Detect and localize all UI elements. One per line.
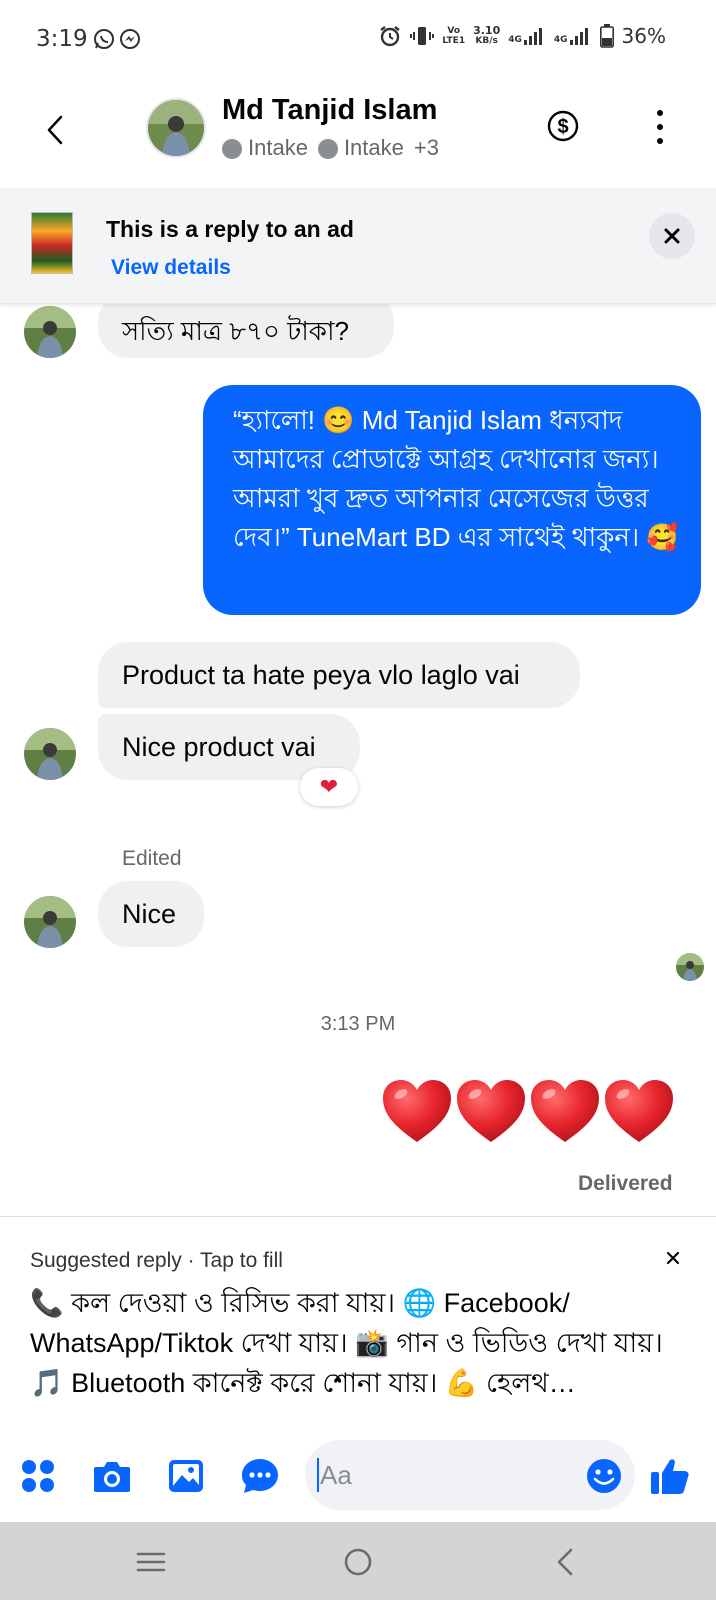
ad-banner-close-button[interactable]: [649, 213, 695, 259]
message-text: Nice: [122, 898, 177, 929]
close-icon: [666, 1251, 680, 1265]
recent-apps-button[interactable]: [131, 1542, 171, 1582]
delivery-status: Delivered: [578, 1172, 673, 1195]
suggested-reply-close-button[interactable]: [661, 1246, 685, 1270]
text-caret: [317, 1458, 319, 1492]
ad-banner-title: This is a reply to an ad: [106, 216, 354, 242]
chat-bubble-icon: [242, 1459, 278, 1493]
gallery-button[interactable]: [164, 1454, 208, 1498]
like-button[interactable]: [648, 1454, 692, 1498]
home-circle-icon: [344, 1548, 372, 1576]
edited-label: Edited: [122, 847, 182, 870]
thumbs-up-icon: [651, 1459, 689, 1494]
heart-icon: [531, 1080, 599, 1142]
message-input-placeholder: Aa: [320, 1460, 352, 1490]
read-receipt-avatar: [676, 953, 704, 981]
sender-avatar[interactable]: [24, 306, 76, 358]
camera-icon: [94, 1462, 130, 1492]
heart-icon: [457, 1080, 525, 1142]
chat-extension-button[interactable]: [238, 1454, 282, 1498]
system-navigation-bar: [0, 1522, 716, 1600]
emoji-button[interactable]: [582, 1454, 626, 1498]
heart-reaction-icon: ❤: [319, 774, 339, 800]
suggested-reply-header: Suggested reply · Tap to fill: [30, 1249, 283, 1272]
message-text: “হ্যালো! 😊 Md Tanjid Islam ধন্যবাদ আমাদে…: [233, 405, 679, 552]
close-icon: [664, 228, 680, 244]
home-button[interactable]: [338, 1542, 378, 1582]
ad-reply-banner[interactable]: This is a reply to an ad View details: [0, 188, 716, 304]
more-actions-button[interactable]: [16, 1454, 60, 1498]
system-back-button[interactable]: [545, 1542, 585, 1582]
message-text: সত্যি মাত্র ৮৭০ টাকা?: [122, 316, 349, 346]
sender-avatar[interactable]: [24, 728, 76, 780]
incoming-message[interactable]: Nice: [98, 881, 204, 947]
sender-avatar[interactable]: [24, 896, 76, 948]
message-timestamp: 3:13 PM: [320, 1013, 396, 1035]
message-text: Nice product vai: [122, 731, 316, 762]
camera-button[interactable]: [90, 1454, 134, 1498]
message-reaction[interactable]: ❤: [300, 768, 358, 806]
incoming-message[interactable]: Product ta hate peya vlo laglo vai: [98, 642, 580, 708]
view-details-link[interactable]: View details: [111, 256, 231, 280]
four-dots-icon: [22, 1460, 54, 1492]
message-text: Product ta hate peya vlo laglo vai: [122, 659, 520, 690]
divider: [0, 1216, 716, 1217]
menu-lines-icon: [136, 1552, 166, 1572]
ad-thumbnail[interactable]: [31, 212, 73, 274]
outgoing-heart-message[interactable]: [380, 1076, 676, 1146]
outgoing-message[interactable]: “হ্যালো! 😊 Md Tanjid Islam ধন্যবাদ আমাদে…: [203, 385, 701, 615]
chevron-left-icon: [557, 1548, 573, 1576]
smiley-icon: [587, 1459, 621, 1493]
image-icon: [169, 1460, 203, 1492]
suggested-reply-text[interactable]: 📞 কল দেওয়া ও রিসিভ করা যায়। 🌐 Facebook…: [30, 1283, 690, 1403]
heart-icon: [383, 1080, 451, 1142]
message-composer: Aa: [0, 1432, 716, 1522]
heart-icon: [605, 1080, 673, 1142]
